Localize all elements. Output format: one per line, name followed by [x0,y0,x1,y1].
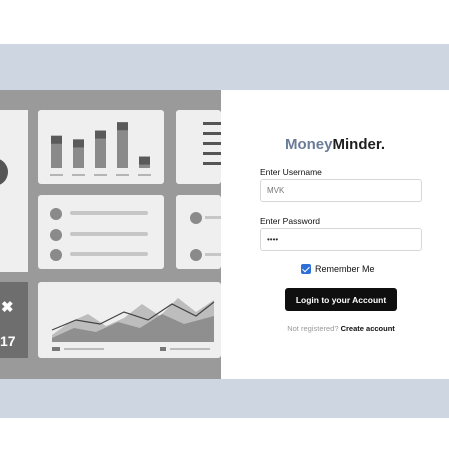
illustration-bar-cap [73,139,84,148]
brand-part-minder: Minder. [332,136,386,153]
username-value: MVK [267,186,285,195]
illustration-bar-label [50,174,63,176]
username-input[interactable]: MVK [260,179,422,202]
login-card: ✖ 17 MoneyMinder. Enter Username MVK Ent… [0,90,449,379]
illustration-bar-cap [117,122,128,131]
illustration-bar-label [116,174,129,176]
dashboard-illustration-graphic [0,110,221,358]
password-label: Enter Password [260,216,320,226]
brand-part-money: Money [284,136,333,153]
login-button[interactable]: Login to your Account [285,288,397,311]
remember-label: Remember Me [315,264,375,274]
side-icon-x: ✖ [1,299,14,316]
illustration-bar-label [94,174,107,176]
illustration-bar-cap [139,156,150,165]
illustration-bar-label [138,174,151,176]
illustration-bar-cap [51,135,62,144]
password-input[interactable]: •••• [260,228,422,251]
dashboard-illustration: ✖ 17 [0,90,221,379]
create-account-link[interactable]: Create account [341,324,395,333]
illustration-bar-label [72,174,85,176]
password-value: •••• [267,235,279,244]
side-number: 17 [0,333,16,349]
remember-checkbox[interactable] [301,264,311,274]
remember-me[interactable]: Remember Me [301,264,375,274]
register-prompt: Not registered? [287,324,339,333]
login-form: MoneyMinder. Enter Username MVK Enter Pa… [221,90,449,379]
register-row: Not registered? Create account [221,324,449,333]
illustration-bar-cap [95,130,106,139]
brand-logo: MoneyMinder. [221,136,449,153]
username-label: Enter Username [260,167,322,177]
